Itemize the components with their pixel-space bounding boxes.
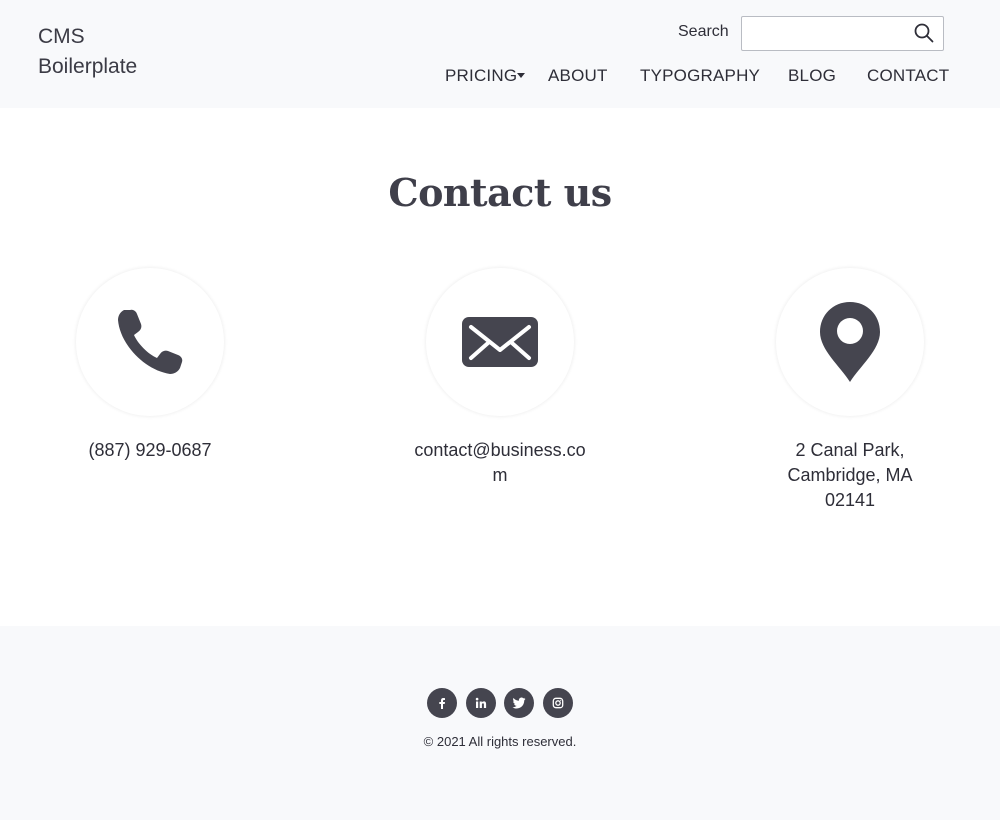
linkedin-link[interactable] — [466, 688, 496, 718]
envelope-icon-circle — [426, 268, 574, 416]
search-box — [741, 16, 944, 51]
envelope-icon — [462, 317, 538, 367]
facebook-icon — [439, 698, 445, 709]
instagram-icon — [552, 697, 564, 709]
search-button[interactable] — [913, 22, 937, 46]
search-input[interactable] — [742, 17, 907, 50]
search-icon — [914, 23, 934, 43]
nav-item-typography[interactable]: TYPOGRAPHY — [640, 66, 760, 86]
chevron-down-icon[interactable] — [517, 73, 525, 78]
site-footer: © 2021 All rights reserved. — [0, 626, 1000, 820]
contact-address-text: 2 Canal Park, Cambridge, MA 02141 — [787, 440, 913, 510]
instagram-link[interactable] — [543, 688, 573, 718]
nav-item-pricing[interactable]: PRICING — [445, 66, 517, 86]
copyright-text: © 2021 All rights reserved. — [423, 734, 577, 749]
phone-icon-circle — [76, 268, 224, 416]
map-pin-icon — [820, 302, 880, 382]
twitter-link[interactable] — [504, 688, 534, 718]
linkedin-icon — [475, 697, 487, 708]
brand-line-1: CMS — [38, 25, 85, 48]
site-header: CMS Boilerplate Search PRICING ABOUT TYP… — [0, 0, 1000, 108]
nav-item-blog[interactable]: BLOG — [788, 66, 836, 86]
twitter-icon — [512, 697, 526, 709]
phone-icon — [118, 309, 183, 374]
social-links — [427, 688, 573, 718]
contact-phone: (887) 929-0687 — [50, 268, 250, 463]
nav-item-pricing-label: PRICING — [445, 66, 518, 85]
page-title: Contact us — [388, 170, 612, 215]
map-pin-icon-circle — [776, 268, 924, 416]
facebook-link[interactable] — [427, 688, 457, 718]
contact-phone-text: (887) 929-0687 — [88, 440, 212, 460]
contact-address: 2 Canal Park, Cambridge, MA 02141 — [750, 268, 950, 513]
contact-email-text: contact@business.com — [414, 440, 586, 485]
nav-item-about[interactable]: ABOUT — [548, 66, 608, 86]
nav-item-contact[interactable]: CONTACT — [867, 66, 949, 86]
search-label: Search — [678, 23, 729, 40]
contact-email: contact@business.com — [400, 268, 600, 488]
main-nav: PRICING ABOUT TYPOGRAPHY BLOG CONTACT — [0, 66, 1000, 90]
